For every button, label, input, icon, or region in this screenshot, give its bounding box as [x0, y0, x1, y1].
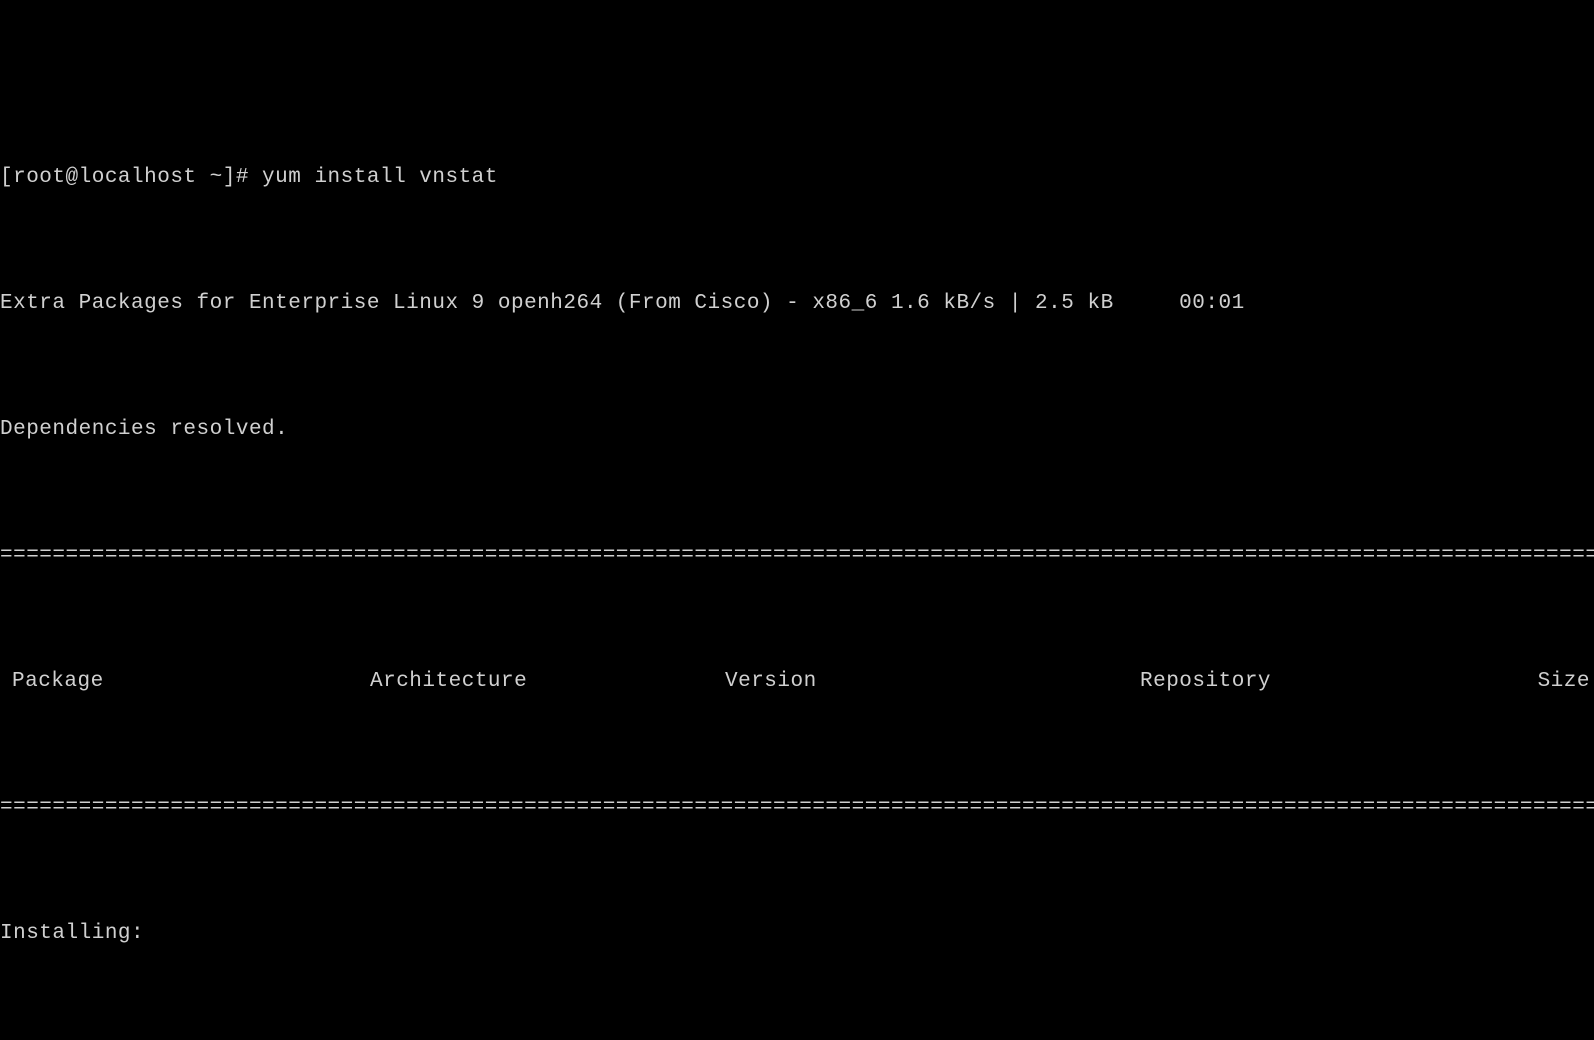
divider-header: ========================================…	[0, 792, 1594, 824]
header-repo: Repository	[1140, 666, 1430, 698]
header-package: Package	[0, 666, 370, 698]
repo-status-line: Extra Packages for Enterprise Linux 9 op…	[0, 288, 1594, 320]
installing-label: Installing:	[0, 918, 1594, 950]
header-size: Size	[1430, 666, 1594, 698]
divider-top: ========================================…	[0, 540, 1594, 572]
header-version: Version	[725, 666, 1140, 698]
command-line[interactable]: [root@localhost ~]# yum install vnstat	[0, 162, 1594, 194]
deps-resolved-line: Dependencies resolved.	[0, 414, 1594, 446]
command-text: yum install vnstat	[262, 166, 498, 189]
shell-prompt: [root@localhost ~]#	[0, 166, 262, 189]
header-arch: Architecture	[370, 666, 725, 698]
table-header-row: Package Architecture Version Repository …	[0, 666, 1594, 698]
